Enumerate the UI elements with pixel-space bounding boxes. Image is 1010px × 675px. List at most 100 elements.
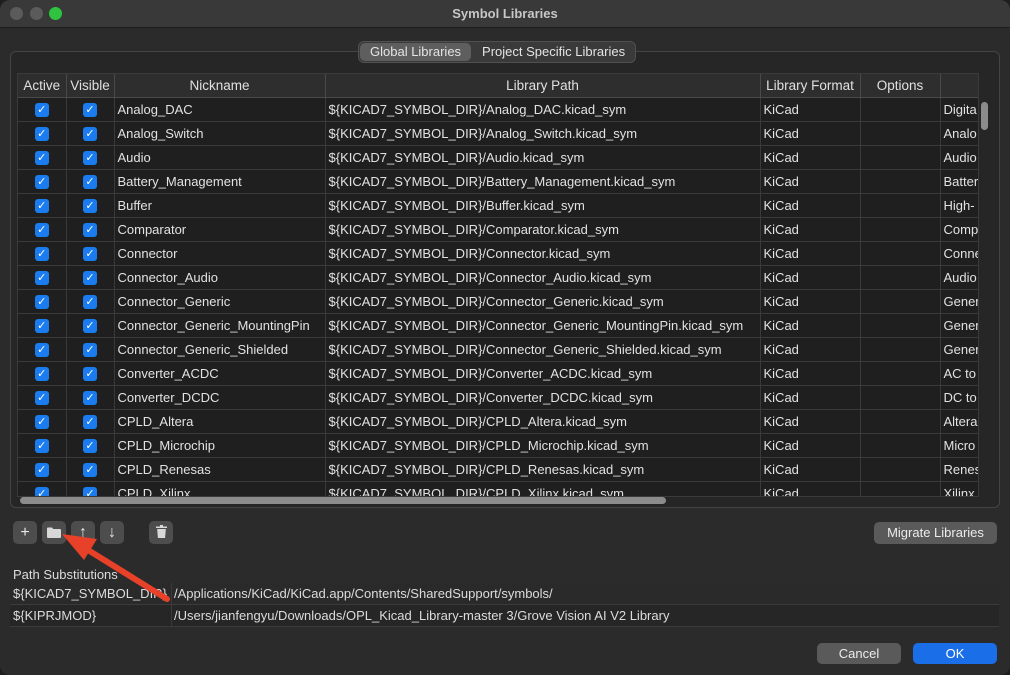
checkmark-icon[interactable]: ✓ — [34, 150, 49, 165]
active-checkbox[interactable]: ✓ — [18, 481, 67, 496]
checkmark-icon[interactable]: ✓ — [34, 246, 49, 261]
library-format-cell[interactable]: KiCad — [760, 457, 861, 482]
nickname-cell[interactable]: Buffer — [114, 193, 326, 218]
library-path-cell[interactable]: ${KICAD7_SYMBOL_DIR}/CPLD_Microchip.kica… — [325, 433, 761, 458]
options-cell[interactable] — [860, 409, 941, 434]
options-cell[interactable] — [860, 265, 941, 290]
checkmark-icon[interactable]: ✓ — [34, 318, 49, 333]
visible-checkbox[interactable]: ✓ — [66, 385, 115, 410]
library-path-cell[interactable]: ${KICAD7_SYMBOL_DIR}/Converter_ACDC.kica… — [325, 361, 761, 386]
nickname-cell[interactable]: CPLD_Xilinx — [114, 481, 326, 496]
visible-checkbox[interactable]: ✓ — [66, 97, 115, 122]
library-path-cell[interactable]: ${KICAD7_SYMBOL_DIR}/Connector_Generic_S… — [325, 337, 761, 362]
nickname-cell[interactable]: Battery_Management — [114, 169, 326, 194]
column-header-description[interactable] — [940, 74, 978, 98]
options-cell[interactable] — [860, 361, 941, 386]
table-row[interactable]: ✓ ✓ Analog_DAC ${KICAD7_SYMBOL_DIR}/Analog_… — [18, 97, 978, 122]
column-header-active[interactable]: Active — [18, 74, 67, 98]
visible-checkbox[interactable]: ✓ — [66, 313, 115, 338]
column-header-library-format[interactable]: Library Format — [760, 74, 861, 98]
description-cell[interactable]: Conne — [940, 241, 978, 266]
visible-checkbox[interactable]: ✓ — [66, 169, 115, 194]
nickname-cell[interactable]: Comparator — [114, 217, 326, 242]
checkmark-icon[interactable]: ✓ — [34, 102, 49, 117]
active-checkbox[interactable]: ✓ — [18, 169, 67, 194]
options-cell[interactable] — [860, 145, 941, 170]
checkmark-icon[interactable]: ✓ — [34, 222, 49, 237]
description-cell[interactable]: Gener — [940, 289, 978, 314]
description-cell[interactable]: Renes — [940, 457, 978, 482]
libraries-grid[interactable]: Active Visible Nickname Library Path Lib… — [17, 73, 979, 497]
path-substitution-row[interactable]: ${KICAD7_SYMBOL_DIR} /Applications/KiCad… — [10, 583, 999, 605]
table-row[interactable]: ✓ ✓ CPLD_Microchip ${KICAD7_SYMBOL_DIR}/CPL… — [18, 433, 978, 458]
table-row[interactable]: ✓ ✓ Connector_Generic_MountingPin ${KICAD7_… — [18, 313, 978, 338]
options-cell[interactable] — [860, 169, 941, 194]
active-checkbox[interactable]: ✓ — [18, 217, 67, 242]
table-row[interactable]: ✓ ✓ Converter_DCDC ${KICAD7_SYMBOL_DIR}/Con… — [18, 385, 978, 410]
checkmark-icon[interactable]: ✓ — [83, 462, 97, 477]
checkmark-icon[interactable]: ✓ — [83, 318, 97, 333]
visible-checkbox[interactable]: ✓ — [66, 217, 115, 242]
checkmark-icon[interactable]: ✓ — [83, 414, 97, 429]
library-path-cell[interactable]: ${KICAD7_SYMBOL_DIR}/Connector_Audio.kic… — [325, 265, 761, 290]
nickname-cell[interactable]: CPLD_Microchip — [114, 433, 326, 458]
description-cell[interactable]: Gener — [940, 337, 978, 362]
column-header-library-path[interactable]: Library Path — [325, 74, 761, 98]
visible-checkbox[interactable]: ✓ — [66, 481, 115, 496]
visible-checkbox[interactable]: ✓ — [66, 265, 115, 290]
table-row[interactable]: ✓ ✓ Battery_Management ${KICAD7_SYMBOL_DIR}… — [18, 169, 978, 194]
table-row[interactable]: ✓ ✓ Connector ${KICAD7_SYMBOL_DIR}/Connecto… — [18, 241, 978, 266]
checkmark-icon[interactable]: ✓ — [83, 102, 97, 117]
options-cell[interactable] — [860, 193, 941, 218]
library-format-cell[interactable]: KiCad — [760, 313, 861, 338]
checkmark-icon[interactable]: ✓ — [34, 462, 49, 477]
move-down-button[interactable]: ↓ — [100, 521, 124, 544]
table-row[interactable]: ✓ ✓ Connector_Audio ${KICAD7_SYMBOL_DIR}/Co… — [18, 265, 978, 290]
description-cell[interactable]: Comp — [940, 217, 978, 242]
description-cell[interactable]: Micro — [940, 433, 978, 458]
library-path-cell[interactable]: ${KICAD7_SYMBOL_DIR}/CPLD_Renesas.kicad_… — [325, 457, 761, 482]
checkmark-icon[interactable]: ✓ — [34, 294, 49, 309]
library-path-cell[interactable]: ${KICAD7_SYMBOL_DIR}/Analog_Switch.kicad… — [325, 121, 761, 146]
library-format-cell[interactable]: KiCad — [760, 145, 861, 170]
library-path-cell[interactable]: ${KICAD7_SYMBOL_DIR}/Audio.kicad_sym — [325, 145, 761, 170]
checkmark-icon[interactable]: ✓ — [34, 198, 49, 213]
checkmark-icon[interactable]: ✓ — [83, 126, 97, 141]
library-path-cell[interactable]: ${KICAD7_SYMBOL_DIR}/Comparator.kicad_sy… — [325, 217, 761, 242]
active-checkbox[interactable]: ✓ — [18, 409, 67, 434]
table-row[interactable]: ✓ ✓ Comparator ${KICAD7_SYMBOL_DIR}/Compara… — [18, 217, 978, 242]
ok-button[interactable]: OK — [913, 643, 997, 664]
options-cell[interactable] — [860, 121, 941, 146]
library-format-cell[interactable]: KiCad — [760, 193, 861, 218]
active-checkbox[interactable]: ✓ — [18, 361, 67, 386]
active-checkbox[interactable]: ✓ — [18, 313, 67, 338]
move-up-button[interactable]: ↑ — [71, 521, 95, 544]
column-header-nickname[interactable]: Nickname — [114, 74, 326, 98]
checkmark-icon[interactable]: ✓ — [83, 366, 97, 381]
nickname-cell[interactable]: Converter_DCDC — [114, 385, 326, 410]
checkmark-icon[interactable]: ✓ — [83, 390, 97, 405]
active-checkbox[interactable]: ✓ — [18, 241, 67, 266]
checkmark-icon[interactable]: ✓ — [34, 438, 49, 453]
add-library-button[interactable]: + — [13, 521, 37, 544]
table-row[interactable]: ✓ ✓ Converter_ACDC ${KICAD7_SYMBOL_DIR}/Con… — [18, 361, 978, 386]
checkmark-icon[interactable]: ✓ — [34, 486, 49, 496]
library-path-cell[interactable]: ${KICAD7_SYMBOL_DIR}/CPLD_Altera.kicad_s… — [325, 409, 761, 434]
description-cell[interactable]: Batter — [940, 169, 978, 194]
remove-library-button[interactable] — [149, 521, 173, 544]
column-header-options[interactable]: Options — [860, 74, 941, 98]
checkmark-icon[interactable]: ✓ — [83, 150, 97, 165]
active-checkbox[interactable]: ✓ — [18, 145, 67, 170]
visible-checkbox[interactable]: ✓ — [66, 145, 115, 170]
visible-checkbox[interactable]: ✓ — [66, 337, 115, 362]
description-cell[interactable]: Audio — [940, 265, 978, 290]
library-format-cell[interactable]: KiCad — [760, 361, 861, 386]
visible-checkbox[interactable]: ✓ — [66, 121, 115, 146]
library-path-cell[interactable]: ${KICAD7_SYMBOL_DIR}/Converter_DCDC.kica… — [325, 385, 761, 410]
visible-checkbox[interactable]: ✓ — [66, 193, 115, 218]
library-format-cell[interactable]: KiCad — [760, 217, 861, 242]
library-format-cell[interactable]: KiCad — [760, 409, 861, 434]
description-cell[interactable]: Gener — [940, 313, 978, 338]
checkmark-icon[interactable]: ✓ — [34, 414, 49, 429]
description-cell[interactable]: High- — [940, 193, 978, 218]
